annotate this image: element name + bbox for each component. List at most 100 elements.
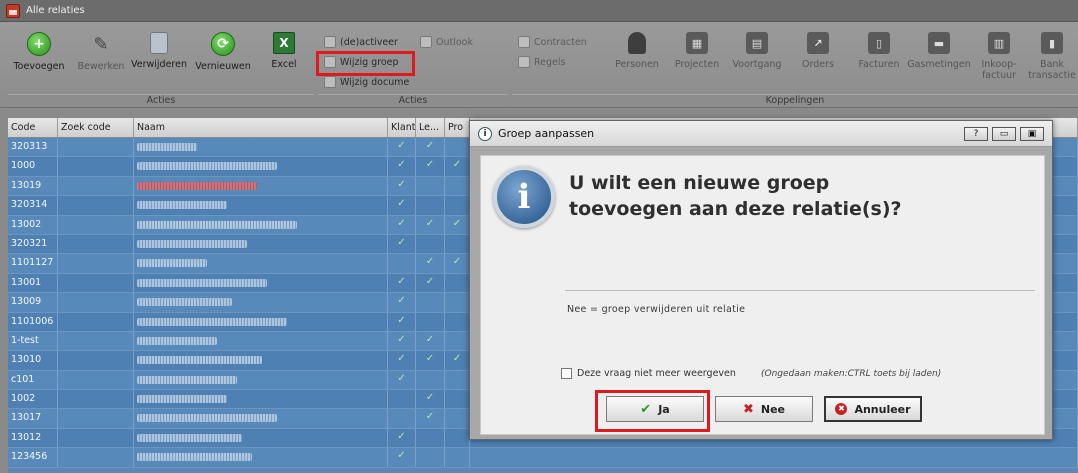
cell-naam — [134, 448, 388, 467]
cell-code: 320321 — [8, 234, 58, 254]
cell-naam — [134, 176, 388, 196]
deactiveer-button[interactable]: (de)activeer — [324, 36, 398, 48]
nee-button[interactable]: ✖ Nee — [715, 396, 813, 422]
cell-le — [416, 176, 445, 196]
cell-pro — [445, 409, 470, 428]
cell-le: ✓ — [416, 273, 445, 293]
cell-code: 1101127 — [8, 254, 58, 273]
cell-klant: ✓ — [388, 351, 416, 370]
col-header-klant[interactable]: Klant — [388, 118, 416, 137]
cell-klant: ✓ — [388, 312, 416, 331]
person-icon — [628, 32, 646, 54]
dialog-title: Groep aanpassen — [498, 127, 595, 140]
cancel-icon: ✖ — [835, 403, 848, 415]
cell-zoek-code — [58, 428, 134, 448]
help-button[interactable]: ? — [964, 126, 988, 141]
minimize-button[interactable]: ▭ — [992, 126, 1016, 141]
toggle-icon — [324, 36, 336, 48]
contracten-button[interactable]: Contracten — [518, 36, 587, 48]
cell-code: 320313 — [8, 138, 58, 157]
cell-zoek-code — [58, 157, 134, 176]
dont-show-again-row[interactable]: Deze vraag niet meer weergeven — [561, 368, 736, 379]
ribbon: + Toevoegen ✎ Bewerken Verwijderen ⟳ Ver… — [0, 22, 1078, 108]
cell-klant: ✓ — [388, 215, 416, 234]
cell-pro — [445, 196, 470, 215]
col-header-le[interactable]: Le... — [416, 118, 445, 137]
regels-button[interactable]: Regels — [518, 56, 565, 68]
progress-icon: ▤ — [746, 32, 768, 54]
personen-button[interactable]: Personen — [606, 32, 668, 70]
cell-le: ✓ — [416, 215, 445, 234]
cell-naam — [134, 293, 388, 312]
dialog-question: U wilt een nieuwe groep toevoegen aan de… — [569, 172, 902, 220]
verwijderen-button[interactable]: Verwijderen — [128, 32, 190, 70]
projecten-button[interactable]: ▦ Projecten — [666, 32, 728, 70]
cell-naam — [134, 351, 388, 370]
contract-icon — [518, 36, 530, 48]
col-header-code[interactable]: Code — [8, 118, 58, 137]
cell-zoek-code — [58, 351, 134, 370]
highlight-wijzig-groep — [316, 51, 415, 76]
bewerken-button[interactable]: ✎ Bewerken — [70, 32, 132, 73]
col-header-pro[interactable]: Pro — [445, 118, 470, 137]
outlook-button[interactable]: Outlook — [420, 36, 473, 48]
cell-pro — [445, 312, 470, 331]
cell-naam — [134, 409, 388, 428]
cell-pro — [445, 370, 470, 390]
cell-pro — [445, 331, 470, 351]
bank-icon: ▮ — [1041, 32, 1063, 54]
cell-zoek-code — [58, 370, 134, 390]
inkoopfactuur-button[interactable]: ▥ Inkoop- factuur — [968, 32, 1030, 81]
vernieuwen-button[interactable]: ⟳ Vernieuwen — [192, 32, 254, 72]
table-row[interactable]: 123456 ✓ — [8, 448, 1078, 468]
dialog-body: i U wilt een nieuwe groep toevoegen aan … — [480, 155, 1045, 435]
cell-naam — [134, 215, 388, 234]
cell-code: 123456 — [8, 448, 58, 467]
cell-code: 13012 — [8, 428, 58, 448]
cell-zoek-code — [58, 254, 134, 273]
cell-klant: ✓ — [388, 448, 416, 467]
annuleer-button[interactable]: ✖ Annuleer — [824, 396, 922, 422]
cell-le: ✓ — [416, 331, 445, 351]
bank-transactie-button[interactable]: ▮ Bank transactie — [1026, 32, 1078, 81]
cell-zoek-code — [58, 234, 134, 254]
invoice-icon: ▯ — [868, 32, 890, 54]
facturen-button[interactable]: ▯ Facturen — [848, 32, 910, 70]
cell-le — [416, 312, 445, 331]
cell-le: ✓ — [416, 409, 445, 428]
cell-naam — [134, 234, 388, 254]
col-header-zoek-code[interactable]: Zoek code — [58, 118, 134, 137]
cell-naam — [134, 390, 388, 409]
cell-le — [416, 293, 445, 312]
cell-pro: ✓ — [445, 157, 470, 176]
col-header-naam[interactable]: Naam — [134, 118, 388, 137]
voortgang-button[interactable]: ▤ Voortgang — [726, 32, 788, 70]
gasmetingen-button[interactable]: ▬ Gasmetingen — [907, 32, 971, 70]
cell-code: 1101006 — [8, 312, 58, 331]
cell-code: 1-test — [8, 331, 58, 351]
x-icon: ✖ — [742, 401, 754, 417]
excel-button[interactable]: X Excel — [253, 32, 315, 70]
dialog-titlebar[interactable]: i Groep aanpassen ? ▭ ▣ — [470, 121, 1052, 147]
group-label-acties-2: Acties — [318, 94, 508, 107]
maximize-button[interactable]: ▣ — [1020, 126, 1044, 141]
dont-show-again-checkbox[interactable] — [561, 368, 572, 379]
wijzig-document-button[interactable]: Wijzig docume — [324, 76, 409, 88]
purchase-invoice-icon: ▥ — [988, 32, 1010, 54]
cell-klant: ✓ — [388, 370, 416, 390]
cell-le — [416, 428, 445, 448]
cell-klant: ✓ — [388, 176, 416, 196]
orders-button[interactable]: ↗ Orders — [787, 32, 849, 70]
toevoegen-button[interactable]: + Toevoegen — [8, 32, 70, 72]
outlook-icon — [420, 36, 432, 48]
cell-klant: ✓ — [388, 293, 416, 312]
cell-le: ✓ — [416, 254, 445, 273]
cell-naam — [134, 428, 388, 448]
refresh-icon: ⟳ — [211, 32, 235, 56]
cell-code: 13002 — [8, 215, 58, 234]
cell-klant: ✓ — [388, 138, 416, 157]
cell-le — [416, 370, 445, 390]
cell-zoek-code — [58, 448, 134, 467]
cell-zoek-code — [58, 196, 134, 215]
document-icon — [324, 76, 336, 88]
